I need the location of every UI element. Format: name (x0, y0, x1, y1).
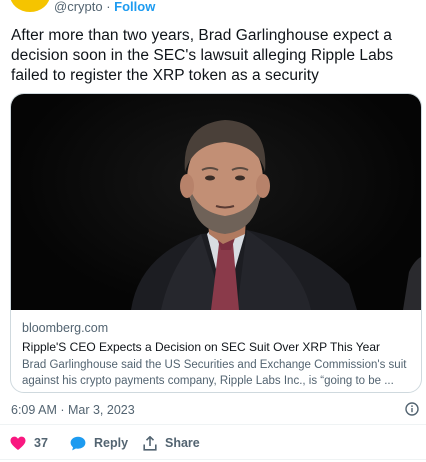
avatar[interactable] (10, 0, 50, 12)
card-image (11, 94, 421, 310)
divider (0, 424, 426, 425)
portrait-image (131, 120, 421, 310)
reply-icon (70, 436, 86, 450)
heart-icon (10, 436, 26, 450)
info-icon[interactable] (405, 402, 419, 416)
handle-separator: · (102, 0, 115, 14)
card-description: Brad Garlinghouse said the US Securities… (22, 359, 407, 387)
card-title[interactable]: Ripple'S CEO Expects a Decision on SEC S… (22, 339, 414, 355)
action-bar: 37 Reply Share (10, 434, 310, 452)
follow-button[interactable]: Follow (114, 0, 155, 14)
reply-button[interactable]: Reply (70, 434, 128, 452)
share-button[interactable]: Share (143, 434, 200, 452)
card-domain: bloomberg.com (22, 321, 109, 335)
share-label: Share (165, 436, 200, 450)
author-line: @crypto · Follow (54, 0, 155, 14)
like-count: 37 (34, 436, 48, 450)
divider (0, 459, 426, 460)
tweet-timestamp[interactable]: 6:09 AM · Mar 3, 2023 (11, 403, 135, 417)
card-meta: bloomberg.com Ripple'S CEO Expects a Dec… (22, 320, 414, 389)
like-button[interactable]: 37 (10, 434, 48, 452)
tweet-header: @crypto · Follow (0, 0, 426, 14)
reply-label: Reply (94, 436, 129, 450)
share-icon (143, 435, 157, 451)
author-handle[interactable]: @crypto (54, 0, 103, 14)
tweet-text: After more than two years, Brad Garlingh… (11, 27, 394, 84)
link-card[interactable]: bloomberg.com Ripple'S CEO Expects a Dec… (10, 93, 422, 393)
